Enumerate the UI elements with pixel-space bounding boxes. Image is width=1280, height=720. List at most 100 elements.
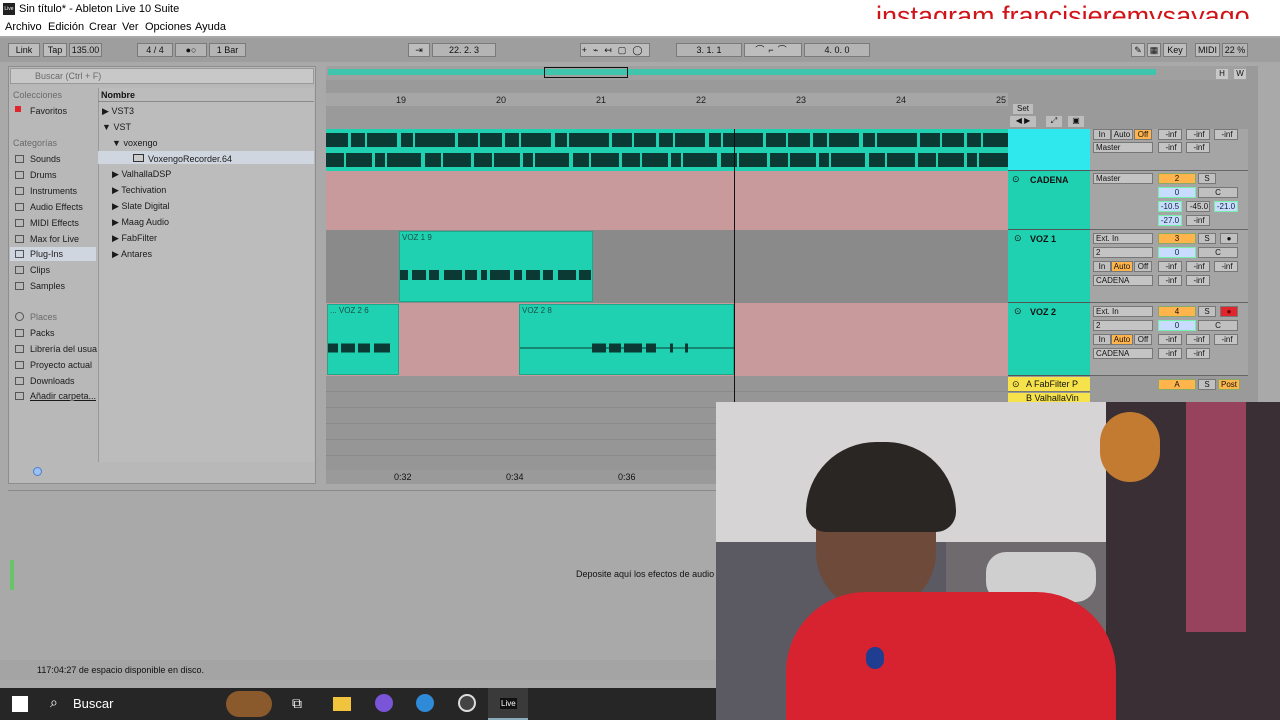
track-lane-cadena[interactable]: [326, 171, 1008, 230]
tempo-field[interactable]: 135.00: [69, 43, 102, 57]
menu-crear[interactable]: Crear: [89, 21, 117, 33]
taskbar-search[interactable]: Buscar: [73, 696, 113, 711]
solo-button[interactable]: S: [1198, 233, 1216, 244]
pan-field[interactable]: C: [1198, 187, 1238, 198]
loop-length[interactable]: 4. 0. 0: [804, 43, 870, 57]
name-column-header[interactable]: Nombre: [98, 88, 314, 102]
expand-icon[interactable]: ⤢: [1046, 116, 1062, 127]
monitor-off[interactable]: Off: [1134, 334, 1152, 345]
link-button[interactable]: Link: [8, 43, 40, 57]
arm-button[interactable]: ●: [1220, 306, 1238, 317]
recorder-icon[interactable]: [458, 694, 476, 712]
monitor-off[interactable]: Off: [1134, 261, 1152, 272]
audio-clip[interactable]: VOZ 2 8: [519, 304, 735, 375]
tree-item-vst[interactable]: ▼ VST: [102, 122, 131, 132]
solo-button[interactable]: S: [1198, 306, 1216, 317]
monitor-in[interactable]: In: [1093, 261, 1111, 272]
category-clips[interactable]: Clips: [30, 265, 50, 275]
audio-from-dropdown[interactable]: Ext. In: [1093, 233, 1153, 244]
menu-opciones[interactable]: Opciones: [145, 21, 191, 33]
loop-start[interactable]: 3. 1. 1: [676, 43, 742, 57]
preview-icon[interactable]: [33, 467, 42, 476]
tree-item-voxengo[interactable]: ▼ voxengo: [112, 138, 157, 148]
return-track-a[interactable]: ⊙ A FabFilter P: [1008, 377, 1090, 392]
fold-icon[interactable]: ⊙: [1012, 379, 1020, 390]
task-view-icon[interactable]: ⧉: [292, 695, 302, 712]
audio-to-dropdown[interactable]: Master: [1093, 173, 1153, 184]
audio-to-dropdown[interactable]: CADENA: [1093, 348, 1153, 359]
tap-button[interactable]: Tap: [43, 43, 67, 57]
track-activator[interactable]: 4: [1158, 306, 1196, 317]
set-button[interactable]: Set: [1013, 104, 1033, 114]
key-map-button[interactable]: Key: [1163, 43, 1187, 57]
track-header-voz2[interactable]: ⊙ VOZ 2: [1008, 303, 1090, 376]
lock-icon[interactable]: ▣: [1068, 116, 1084, 127]
follow-button[interactable]: ⇥: [408, 43, 430, 57]
audio-from-dropdown[interactable]: Ext. In: [1093, 306, 1153, 317]
device-view[interactable]: Deposite aquí los efectos de audio: [8, 490, 718, 660]
monitor-in[interactable]: In: [1093, 334, 1111, 345]
menu-ver[interactable]: Ver: [122, 21, 139, 33]
track-header-voz1[interactable]: ⊙ VOZ 1: [1008, 230, 1090, 303]
search-input[interactable]: Buscar (Ctrl + F): [10, 68, 314, 84]
tree-item-slate-digital[interactable]: ▶ Slate Digital: [112, 201, 169, 212]
volume-field[interactable]: 0: [1158, 187, 1196, 198]
monitor-auto[interactable]: Auto: [1111, 261, 1133, 272]
category-sounds[interactable]: Sounds: [30, 154, 61, 164]
category-drums[interactable]: Drums: [30, 170, 57, 180]
menu-archivo[interactable]: Archivo: [5, 21, 42, 33]
overview-viewport[interactable]: [544, 67, 628, 78]
monitor-auto[interactable]: Auto: [1111, 334, 1133, 345]
browser-icon[interactable]: [375, 694, 393, 712]
fold-icon[interactable]: ⊙: [1014, 233, 1022, 244]
ableton-taskbar-button[interactable]: Live: [488, 688, 528, 720]
place-current-project[interactable]: Proyecto actual: [30, 360, 92, 370]
category-plug-ins[interactable]: Plug-Ins: [30, 249, 63, 259]
audio-to-dropdown[interactable]: Master: [1093, 142, 1153, 153]
category-instruments[interactable]: Instruments: [30, 186, 77, 196]
category-audio-effects[interactable]: Audio Effects: [30, 202, 83, 212]
file-explorer-icon[interactable]: [333, 697, 351, 711]
tree-item-valhalladsp[interactable]: ▶ ValhallaDSP: [112, 169, 171, 180]
track-header-cadena[interactable]: ⊙ CADENA: [1008, 171, 1090, 230]
return-track-b[interactable]: B ValhallaVin: [1008, 393, 1090, 402]
overdub-automation-buttons[interactable]: +⌁↤▢◯: [580, 43, 650, 57]
midi-map-button[interactable]: MIDI: [1195, 43, 1220, 57]
track-lane-audio[interactable]: [326, 129, 1008, 171]
track-activator[interactable]: 2: [1158, 173, 1196, 184]
volume-field[interactable]: 0: [1158, 320, 1196, 331]
tree-item-techivation[interactable]: ▶ Techivation: [112, 185, 166, 196]
computer-keyboard-icon[interactable]: ▦: [1147, 43, 1161, 57]
monitor-auto[interactable]: Auto: [1111, 129, 1133, 140]
beat-time-ruler[interactable]: 19 20 21 22 23 24 25: [326, 93, 1008, 106]
metronome-button[interactable]: ●○: [175, 43, 207, 57]
collection-favoritos[interactable]: Favoritos: [30, 106, 67, 116]
arm-button[interactable]: ●: [1220, 233, 1238, 244]
input-channel-dropdown[interactable]: 2: [1093, 320, 1153, 331]
place-packs[interactable]: Packs: [30, 328, 55, 338]
return-activator[interactable]: A: [1158, 379, 1196, 390]
audio-to-dropdown[interactable]: CADENA: [1093, 275, 1153, 286]
solo-button[interactable]: S: [1198, 173, 1216, 184]
place-user-library[interactable]: Librería del usua: [30, 344, 97, 354]
place-add-folder[interactable]: Añadir carpeta...: [30, 391, 96, 401]
search-icon[interactable]: ⌕: [50, 694, 58, 711]
track-activator[interactable]: 3: [1158, 233, 1196, 244]
tree-item-maag-audio[interactable]: ▶ Maag Audio: [112, 217, 169, 228]
tree-item-voxengorecorder[interactable]: VoxengoRecorder.64: [148, 154, 232, 164]
post-button[interactable]: Post: [1218, 379, 1240, 390]
song-position[interactable]: 22. 2. 3: [432, 43, 496, 57]
punch-loop-buttons[interactable]: ⌒⌐⌒: [744, 43, 802, 57]
category-midi-effects[interactable]: MIDI Effects: [30, 218, 79, 228]
tree-item-fabfilter[interactable]: ▶ FabFilter: [112, 233, 157, 244]
pan-field[interactable]: C: [1198, 320, 1238, 331]
locator-arrows-icon[interactable]: ◀ ▶: [1010, 116, 1036, 127]
overview-h-button[interactable]: H: [1216, 69, 1228, 79]
audio-clip[interactable]: VOZ 1 9: [399, 231, 594, 302]
volume-field[interactable]: 0: [1158, 247, 1196, 258]
monitor-off[interactable]: Off: [1134, 129, 1152, 140]
edge-icon[interactable]: [416, 694, 434, 712]
monitor-in[interactable]: In: [1093, 129, 1111, 140]
time-signature[interactable]: 4 / 4: [137, 43, 173, 57]
windows-start-icon[interactable]: [12, 696, 28, 712]
